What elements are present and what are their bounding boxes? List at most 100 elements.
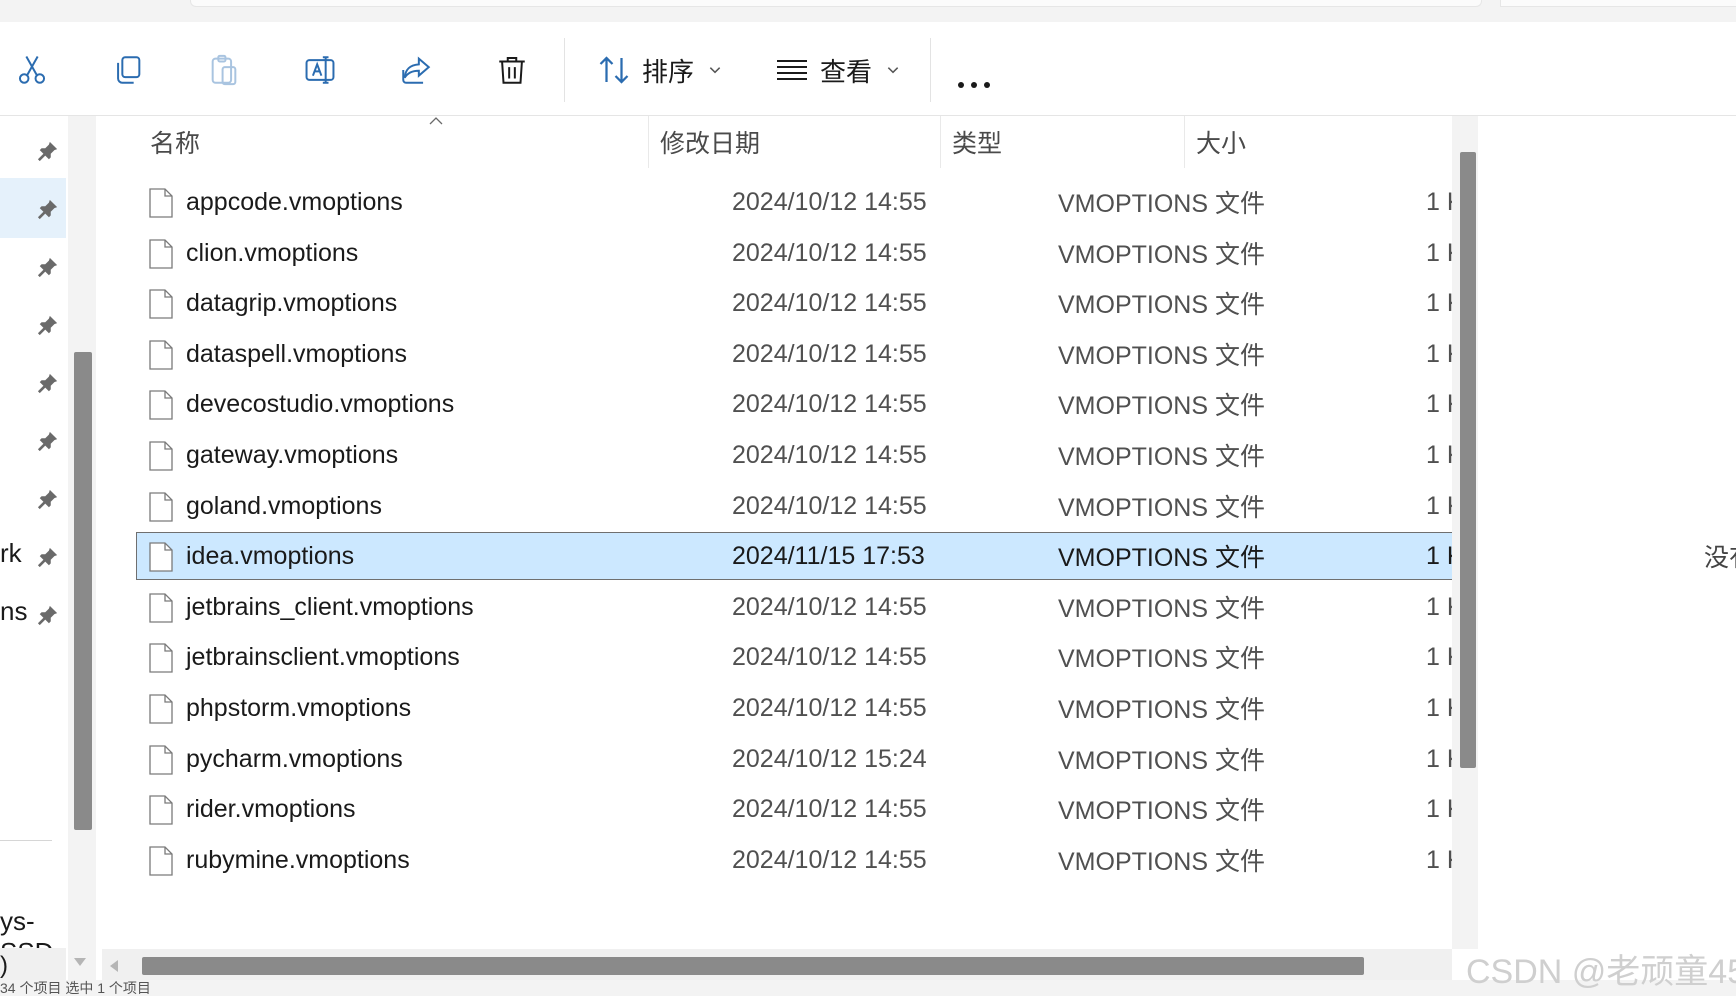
table-row[interactable]: jetbrains_client.vmoptions 2024/10/12 14:… [136, 583, 1454, 631]
pin-icon[interactable] [37, 314, 59, 336]
cell-size: 1 KB [1426, 440, 1452, 469]
cell-name: idea.vmoptions [186, 541, 355, 570]
pin-icon[interactable] [37, 604, 59, 626]
pin-icon[interactable] [37, 256, 59, 278]
table-row[interactable]: gateway.vmoptions 2024/10/12 14:55 VMOPTIO… [136, 431, 1454, 479]
more-icon [984, 82, 990, 88]
command-bar: 排序 查看 [0, 22, 1736, 116]
more-options-button[interactable] [958, 82, 990, 88]
table-row[interactable]: goland.vmoptions 2024/10/12 14:55 VMOPTION… [136, 482, 1454, 530]
cell-size: 1 KB [1426, 794, 1452, 823]
vertical-scrollbar[interactable] [1452, 116, 1478, 949]
delete-button[interactable] [484, 42, 540, 98]
file-icon [149, 239, 173, 269]
file-icon [149, 188, 173, 218]
horizontal-scrollbar[interactable] [102, 949, 1452, 980]
copy-button[interactable] [100, 42, 156, 98]
preview-pane: 没有 [1486, 116, 1736, 980]
file-icon [149, 846, 173, 876]
paste-button[interactable] [196, 42, 252, 98]
pin-icon[interactable] [37, 488, 59, 510]
column-header-label: 修改日期 [660, 130, 761, 158]
scroll-left-arrow-icon[interactable] [110, 960, 118, 972]
cell-type: VMOPTIONS 文件 [1058, 494, 1265, 522]
column-divider[interactable] [1184, 116, 1185, 168]
column-divider[interactable] [648, 116, 649, 168]
cell-size: 1 KB [1426, 238, 1452, 267]
column-header-label: 名称 [150, 130, 201, 158]
table-row[interactable]: jetbrainsclient.vmoptions 2024/10/12 14:5… [136, 633, 1454, 681]
copy-icon [117, 56, 141, 84]
cell-modified: 2024/10/12 14:55 [732, 187, 927, 216]
nav-scrollbar[interactable] [68, 116, 96, 980]
share-button[interactable] [388, 42, 444, 98]
cell-modified: 2024/10/12 14:55 [732, 389, 927, 418]
cell-size: 1 KB [1426, 288, 1452, 317]
vertical-scrollbar-thumb[interactable] [1460, 152, 1476, 768]
table-row[interactable]: rubymine.vmoptions 2024/10/12 14:55 VMOPTI… [136, 836, 1454, 884]
nav-pinned-item[interactable] [0, 468, 66, 528]
column-header-size[interactable]: 大小 [1196, 116, 1356, 168]
cell-modified: 2024/11/15 17:53 [732, 541, 925, 570]
nav-pinned-item[interactable] [0, 352, 66, 412]
nav-item-partial[interactable]: ) [0, 948, 66, 980]
table-row[interactable]: devecostudio.vmoptions 2024/10/12 14:55 VM… [136, 380, 1454, 428]
column-header-type[interactable]: 类型 [952, 116, 1184, 168]
cell-type: VMOPTIONS 文件 [1058, 595, 1265, 623]
file-icon [149, 795, 173, 825]
table-row[interactable]: rider.vmoptions 2024/10/12 14:55 VMOPTIONS… [136, 785, 1454, 833]
cell-name: pycharm.vmoptions [186, 744, 403, 773]
sort-menu-button[interactable]: 排序 [596, 48, 722, 92]
file-icon [149, 390, 173, 420]
paste-icon [211, 54, 237, 86]
column-divider[interactable] [940, 116, 941, 168]
nav-scrollbar-thumb[interactable] [74, 352, 92, 830]
pin-icon[interactable] [37, 546, 59, 568]
navigation-pane: rk ns ys-SSD ) [0, 116, 68, 980]
horizontal-scrollbar-thumb[interactable] [142, 957, 1364, 975]
table-row-selected[interactable]: idea.vmoptions 2024/11/15 17:53 VMOPTIONS … [136, 532, 1454, 580]
chevron-down-icon [709, 67, 721, 74]
pin-icon[interactable] [37, 430, 59, 452]
file-icon [149, 492, 173, 522]
file-icon [149, 340, 173, 370]
nav-pinned-item[interactable]: rk [0, 526, 66, 586]
table-row[interactable]: clion.vmoptions 2024/10/12 14:55 VMOPTIONS… [136, 229, 1454, 277]
nav-pinned-item[interactable] [0, 410, 66, 470]
cell-type: VMOPTIONS 文件 [1058, 544, 1265, 572]
pin-icon[interactable] [37, 198, 59, 220]
view-icon [777, 59, 807, 81]
cell-name: datagrip.vmoptions [186, 288, 398, 317]
file-icon [149, 542, 173, 572]
chevron-down-icon [887, 67, 899, 74]
scroll-down-arrow-icon[interactable] [74, 958, 86, 966]
column-header-modified[interactable]: 修改日期 [660, 116, 940, 168]
cell-modified: 2024/10/12 15:24 [732, 744, 927, 773]
table-row[interactable]: phpstorm.vmoptions 2024/10/12 14:55 VMOPTI… [136, 684, 1454, 732]
cell-size: 1 KB [1426, 693, 1452, 722]
nav-pinned-item-selected[interactable] [0, 178, 66, 238]
cut-button[interactable] [4, 42, 60, 98]
table-row[interactable]: dataspell.vmoptions 2024/10/12 14:55 VMOPT… [136, 330, 1454, 378]
pin-icon[interactable] [37, 140, 59, 162]
table-row[interactable]: datagrip.vmoptions 2024/10/12 14:55 VMOPTI… [136, 279, 1454, 327]
column-header-name[interactable]: 名称 [150, 116, 648, 168]
address-bar[interactable] [190, 0, 1482, 7]
nav-pinned-item[interactable]: ns [0, 584, 66, 644]
cell-modified: 2024/10/12 14:55 [732, 339, 927, 368]
search-box[interactable] [1500, 0, 1736, 7]
cell-size: 1 KB [1426, 744, 1452, 773]
table-row[interactable]: pycharm.vmoptions 2024/10/12 15:24 VMOPTIO… [136, 735, 1454, 783]
cell-modified: 2024/10/12 14:55 [732, 440, 927, 469]
nav-pinned-item[interactable] [0, 236, 66, 296]
cell-modified: 2024/10/12 14:55 [732, 288, 927, 317]
nav-drive-item[interactable]: ys-SSD [0, 896, 66, 967]
cell-modified: 2024/10/12 14:55 [732, 491, 927, 520]
nav-pinned-item[interactable] [0, 120, 66, 180]
rename-button[interactable] [292, 42, 348, 98]
pin-icon[interactable] [37, 372, 59, 394]
table-row[interactable]: appcode.vmoptions 2024/10/12 14:55 VMOPTIO… [136, 178, 1454, 226]
nav-pinned-item[interactable] [0, 294, 66, 354]
view-menu-button[interactable]: 查看 [774, 48, 900, 92]
sort-label: 排序 [642, 56, 695, 87]
